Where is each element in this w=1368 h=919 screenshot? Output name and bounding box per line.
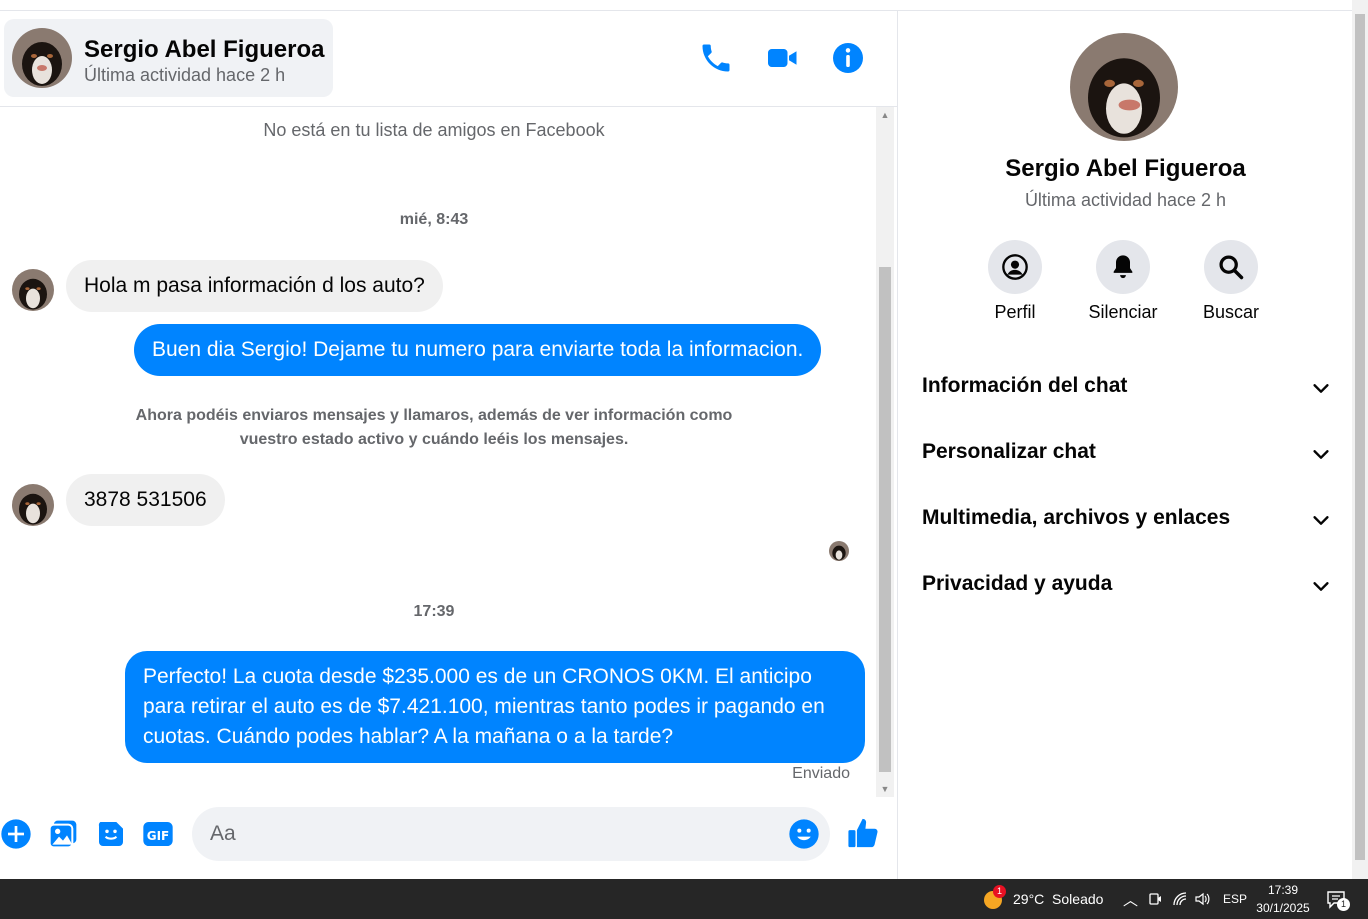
section-label: Multimedia, archivos y enlaces bbox=[922, 506, 1231, 529]
language-indicator[interactable]: ESP bbox=[1223, 892, 1247, 906]
chat-column: Sergio Abel Figueroa Última actividad ha… bbox=[0, 10, 897, 879]
search-label: Buscar bbox=[1202, 302, 1260, 322]
notifications-icon[interactable]: 1 bbox=[1326, 889, 1350, 911]
section-chat-info[interactable]: Información del chat bbox=[922, 362, 1332, 412]
window-scroll-thumb[interactable] bbox=[1355, 14, 1365, 860]
taskbar: 1 29°C Soleado ︿ ESP 17:39 30/1/2025 1 bbox=[0, 879, 1368, 919]
message-input[interactable] bbox=[192, 807, 772, 861]
section-customize-chat[interactable]: Personalizar chat bbox=[922, 428, 1332, 478]
weather-sun-icon[interactable]: 1 bbox=[982, 885, 1006, 910]
incoming-message[interactable]: Hola m pasa información d los auto? bbox=[66, 260, 443, 312]
thumbs-up-icon[interactable] bbox=[847, 816, 881, 850]
message-scrollbar[interactable]: ▲ ▼ bbox=[876, 107, 894, 797]
phone-icon[interactable] bbox=[698, 40, 734, 76]
clock-time[interactable]: 17:39 bbox=[1255, 883, 1311, 897]
weather-text[interactable]: 29°C Soleado bbox=[1013, 891, 1103, 907]
profile-button[interactable]: Perfil bbox=[970, 240, 1060, 323]
info-icon[interactable] bbox=[830, 40, 866, 76]
mute-button[interactable]: Silenciar bbox=[1078, 240, 1168, 323]
image-icon[interactable] bbox=[47, 818, 79, 850]
sender-avatar[interactable] bbox=[12, 484, 54, 526]
weather-badge: 1 bbox=[993, 885, 1006, 898]
volume-icon[interactable] bbox=[1194, 891, 1210, 907]
timestamp: 17:39 bbox=[413, 603, 455, 620]
chevron-down-icon bbox=[1313, 450, 1329, 459]
wifi-icon[interactable] bbox=[1172, 891, 1188, 907]
bell-icon bbox=[1096, 240, 1150, 294]
search-button[interactable]: Buscar bbox=[1186, 240, 1276, 323]
profile-label: Perfil bbox=[994, 302, 1036, 322]
panel-contact-name: Sergio Abel Figueroa bbox=[1005, 155, 1246, 182]
panel-avatar[interactable] bbox=[1070, 33, 1178, 141]
connected-notice: Ahora podéis enviaros mensajes y llamaro… bbox=[135, 407, 733, 448]
mute-label: Silenciar bbox=[1088, 302, 1158, 322]
meet-icon[interactable] bbox=[1148, 891, 1162, 907]
notification-count: 1 bbox=[1337, 898, 1350, 911]
sticker-icon[interactable] bbox=[95, 818, 127, 850]
section-media-files-links[interactable]: Multimedia, archivos y enlaces bbox=[922, 494, 1332, 544]
incoming-message[interactable]: 3878 531506 bbox=[66, 474, 225, 526]
chevron-down-icon bbox=[1313, 582, 1329, 591]
window-scrollbar[interactable] bbox=[1352, 0, 1368, 879]
plus-icon[interactable] bbox=[0, 818, 32, 850]
contact-status: Última actividad hace 2 h bbox=[84, 65, 286, 85]
clock-date[interactable]: 30/1/2025 bbox=[1255, 901, 1311, 915]
message-composer: GIF bbox=[0, 800, 897, 879]
chat-details-panel: Sergio Abel Figueroa Última actividad ha… bbox=[897, 10, 1353, 879]
chevron-down-icon bbox=[1313, 384, 1329, 393]
section-privacy-help[interactable]: Privacidad y ayuda bbox=[922, 560, 1332, 610]
contact-header-button[interactable]: Sergio Abel Figueroa Última actividad ha… bbox=[4, 19, 333, 97]
chevron-down-icon bbox=[1313, 516, 1329, 525]
contact-name: Sergio Abel Figueroa bbox=[84, 36, 325, 63]
panel-contact-status: Última actividad hace 2 h bbox=[1024, 190, 1227, 210]
chevron-up-icon[interactable]: ︿ bbox=[1123, 889, 1138, 910]
outgoing-message[interactable]: Perfecto! La cuota desde $235.000 es de … bbox=[125, 651, 865, 763]
message-list: No está en tu lista de amigos en Faceboo… bbox=[0, 107, 876, 797]
seen-indicator-avatar bbox=[829, 541, 849, 561]
sender-avatar[interactable] bbox=[12, 269, 54, 311]
contact-avatar bbox=[12, 28, 72, 88]
outgoing-message[interactable]: Buen dia Sergio! Dejame tu numero para e… bbox=[134, 324, 822, 376]
gif-icon[interactable]: GIF bbox=[142, 818, 174, 850]
scroll-up-arrow-icon[interactable]: ▲ bbox=[876, 107, 894, 123]
section-label: Información del chat bbox=[922, 374, 1128, 397]
emoji-icon[interactable] bbox=[788, 818, 820, 850]
not-friends-notice: No está en tu lista de amigos en Faceboo… bbox=[263, 120, 605, 140]
profile-icon bbox=[988, 240, 1042, 294]
section-label: Privacidad y ayuda bbox=[922, 572, 1113, 595]
search-icon bbox=[1204, 240, 1258, 294]
section-label: Personalizar chat bbox=[922, 440, 1096, 463]
gif-label: GIF bbox=[147, 829, 170, 843]
scroll-down-arrow-icon[interactable]: ▼ bbox=[876, 781, 894, 797]
timestamp: mié, 8:43 bbox=[399, 211, 469, 228]
message-input-wrapper bbox=[192, 807, 830, 861]
delivery-status: Enviado bbox=[792, 765, 850, 782]
video-camera-icon[interactable] bbox=[765, 40, 801, 76]
scroll-thumb[interactable] bbox=[879, 267, 891, 772]
chat-header: Sergio Abel Figueroa Última actividad ha… bbox=[0, 10, 897, 107]
